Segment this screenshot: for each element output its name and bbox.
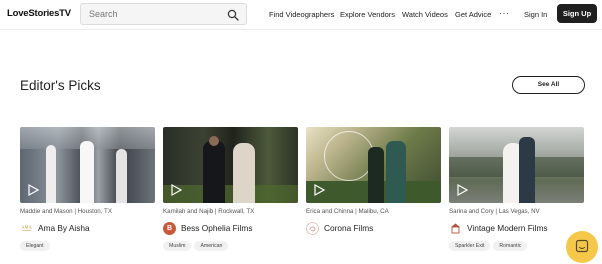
video-thumbnail[interactable] bbox=[163, 127, 298, 203]
vendor-name[interactable]: Corona Films bbox=[324, 223, 373, 233]
vendor-info[interactable]: AMA Ama By Aisha bbox=[20, 221, 155, 235]
vendor-name[interactable]: Bess Ophelia Films bbox=[181, 223, 252, 233]
video-card[interactable]: Kamilah and Najib | Rockwall, TX B Bess … bbox=[163, 127, 298, 251]
video-thumbnail[interactable] bbox=[20, 127, 155, 203]
play-icon[interactable] bbox=[170, 184, 182, 196]
video-card[interactable]: Sarina and Cory | Las Vegas, NV Vintage … bbox=[449, 127, 584, 251]
vendor-info[interactable]: B Bess Ophelia Films bbox=[163, 221, 298, 235]
play-icon[interactable] bbox=[313, 184, 325, 196]
vendor-avatar: B bbox=[163, 221, 176, 235]
nav-find-videographers[interactable]: Find Videographers bbox=[269, 10, 334, 19]
tag-chip[interactable]: Sparkler Exit bbox=[449, 241, 491, 251]
chat-widget-button[interactable] bbox=[566, 231, 598, 263]
vendor-logo-icon bbox=[449, 221, 462, 235]
vendor-name[interactable]: Vintage Modern Films bbox=[467, 223, 548, 233]
play-icon[interactable] bbox=[456, 184, 468, 196]
couple-location: Sarina and Cory | Las Vegas, NV bbox=[449, 208, 540, 215]
couple-location: Maddie and Mason | Houston, TX bbox=[20, 208, 112, 215]
search-box[interactable]: Search bbox=[80, 3, 247, 25]
section-title: Editor's Picks bbox=[20, 78, 101, 93]
video-card[interactable]: Maddie and Mason | Houston, TX AMA Ama B… bbox=[20, 127, 155, 251]
nav-explore-vendors[interactable]: Explore Vendors bbox=[340, 10, 395, 19]
tag-chip[interactable]: American bbox=[194, 241, 229, 251]
couple-location: Erica and Chinna | Malibu, CA bbox=[306, 208, 389, 215]
chat-icon[interactable] bbox=[575, 239, 589, 253]
sign-in-link[interactable]: Sign In bbox=[524, 10, 547, 19]
tag-chip[interactable]: Muslim bbox=[163, 241, 192, 251]
search-input[interactable]: Search bbox=[89, 9, 118, 19]
couple-location: Kamilah and Najib | Rockwall, TX bbox=[163, 208, 255, 215]
play-icon[interactable] bbox=[27, 184, 39, 196]
top-navbar: LoveStoriesTV Search Find Videographers … bbox=[0, 0, 602, 30]
vendor-name[interactable]: Ama By Aisha bbox=[38, 223, 90, 233]
video-thumbnail[interactable] bbox=[449, 127, 584, 203]
nav-watch-videos[interactable]: Watch Videos bbox=[402, 10, 448, 19]
vendor-logo-icon: AMA bbox=[20, 221, 33, 235]
vendor-info[interactable]: Vintage Modern Films bbox=[449, 221, 584, 235]
tag-chip[interactable]: Romantic bbox=[493, 241, 528, 251]
vendor-info[interactable]: Corona Films bbox=[306, 221, 441, 235]
nav-get-advice[interactable]: Get Advice bbox=[455, 10, 491, 19]
video-card[interactable]: Erica and Chinna | Malibu, CA Corona Fil… bbox=[306, 127, 441, 235]
site-logo[interactable]: LoveStoriesTV bbox=[7, 8, 71, 19]
svg-text:AMA: AMA bbox=[21, 224, 32, 229]
tag-chip[interactable]: Elegant bbox=[20, 241, 50, 251]
sign-up-button[interactable]: Sign Up bbox=[557, 4, 597, 23]
video-thumbnail[interactable] bbox=[306, 127, 441, 203]
vendor-logo-icon bbox=[306, 221, 319, 235]
see-all-button[interactable]: See All bbox=[512, 76, 585, 94]
more-menu-icon[interactable]: ··· bbox=[499, 8, 510, 18]
search-icon[interactable] bbox=[227, 9, 239, 21]
